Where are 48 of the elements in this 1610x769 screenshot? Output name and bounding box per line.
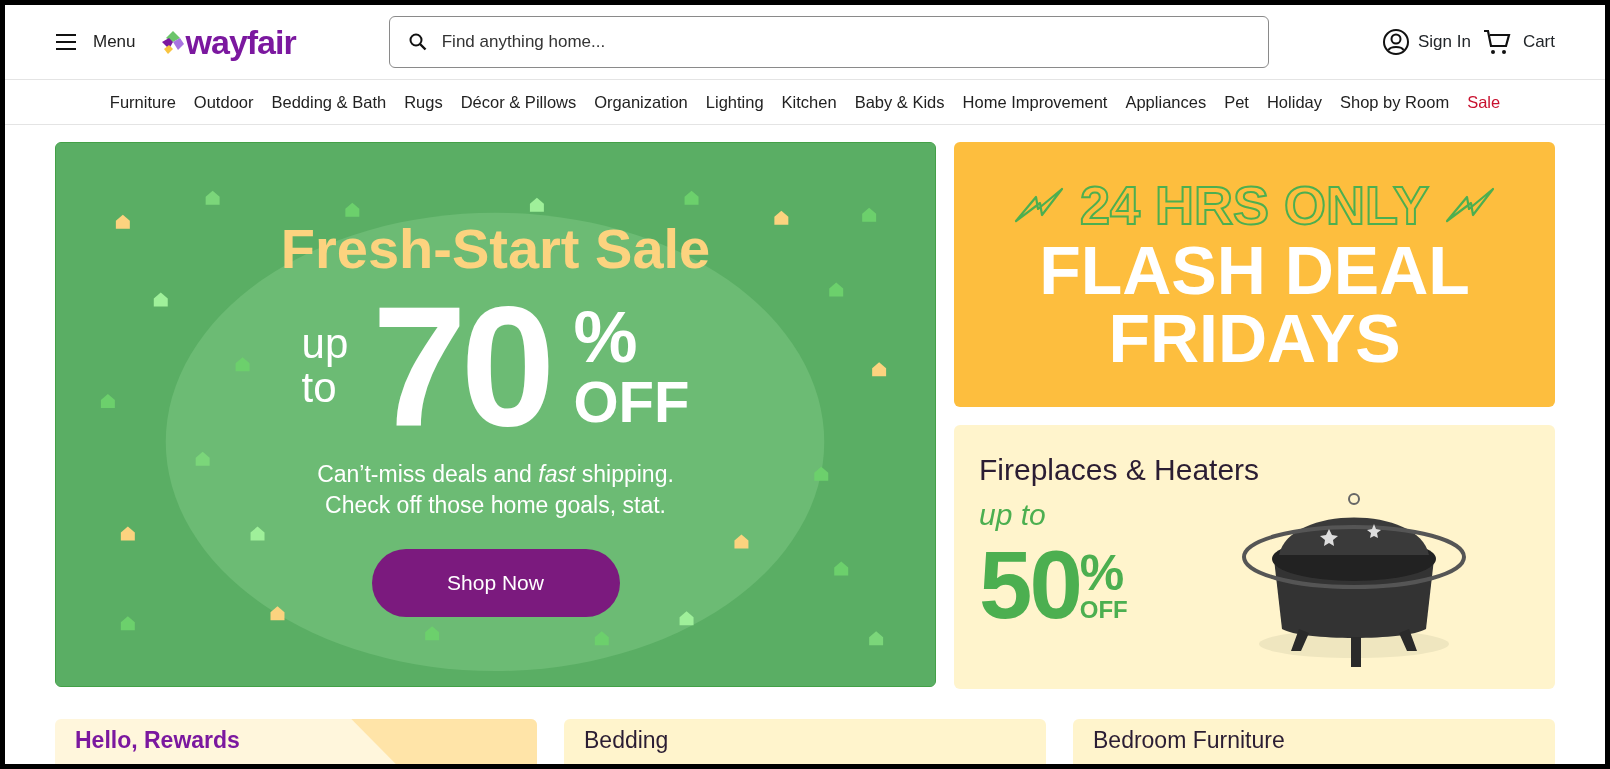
category-card[interactable]: Bedding xyxy=(564,719,1046,764)
cart-icon[interactable] xyxy=(1482,28,1511,56)
sign-in-link[interactable]: Sign In xyxy=(1417,29,1471,55)
up-to-label: up to xyxy=(979,497,1047,533)
sale-title: Fresh-Start Sale xyxy=(280,221,711,277)
category-link[interactable]: Organization xyxy=(594,89,688,115)
category-card[interactable]: Hello, Rewards xyxy=(55,719,537,764)
menu-icon[interactable] xyxy=(55,33,77,51)
flash-deal-heading: FRIDAYS xyxy=(1108,303,1401,372)
lightning-icon xyxy=(1013,186,1064,223)
category-link[interactable]: Furniture xyxy=(109,89,176,115)
account-icon[interactable] xyxy=(1381,28,1410,56)
search-field[interactable]: Find anything home... xyxy=(388,16,1269,68)
category-link[interactable]: Kitchen xyxy=(781,89,837,115)
category-card[interactable]: Bedroom Furniture xyxy=(1073,719,1555,764)
category-link[interactable]: Outdoor xyxy=(193,89,254,115)
menu-label[interactable]: Menu xyxy=(93,29,136,55)
category-link[interactable]: Shop by Room xyxy=(1340,89,1450,115)
off-label: OFF xyxy=(1079,598,1128,622)
lightning-icon xyxy=(1445,186,1496,223)
category-link[interactable]: Appliances xyxy=(1125,89,1207,115)
category-link[interactable]: Pet xyxy=(1224,89,1249,115)
category-link[interactable]: Bedding & Bath xyxy=(271,89,387,115)
category-link[interactable]: Lighting xyxy=(705,89,764,115)
card-title: Bedding xyxy=(584,727,669,753)
up-label: up xyxy=(301,321,349,366)
to-label: to xyxy=(301,366,337,411)
category-link[interactable]: Décor & Pillows xyxy=(460,89,577,115)
percent-sign: % xyxy=(1079,548,1126,598)
category-link[interactable]: Rugs xyxy=(404,89,443,115)
promo-text: Check off those home goals, stat. xyxy=(325,491,666,521)
category-link[interactable]: Sale xyxy=(1467,89,1501,115)
discount-number: 70 xyxy=(372,281,550,451)
card-title: Hello, Rewards xyxy=(75,727,240,753)
promo-title: Fireplaces & Heaters xyxy=(979,452,1260,488)
category-link[interactable]: Holiday xyxy=(1266,89,1322,115)
shop-now-button[interactable]: Shop Now xyxy=(371,549,620,618)
wayfair-logo[interactable]: wayfair xyxy=(159,16,296,68)
card-title: Bedroom Furniture xyxy=(1093,727,1285,753)
off-label: OFF xyxy=(573,373,690,431)
percent-sign: % xyxy=(573,301,639,373)
flash-deal-heading: FLASH DEAL xyxy=(1039,235,1470,304)
flash-tagline: 24 HRS ONLY xyxy=(1079,177,1430,232)
category-link[interactable]: Home Improvement xyxy=(962,89,1108,115)
discount-number: 50 xyxy=(979,537,1080,633)
category-link[interactable]: Baby & Kids xyxy=(854,89,945,115)
promo-text: Can’t-miss deals and fast shipping. xyxy=(317,460,674,489)
cart-link[interactable]: Cart xyxy=(1522,29,1555,55)
